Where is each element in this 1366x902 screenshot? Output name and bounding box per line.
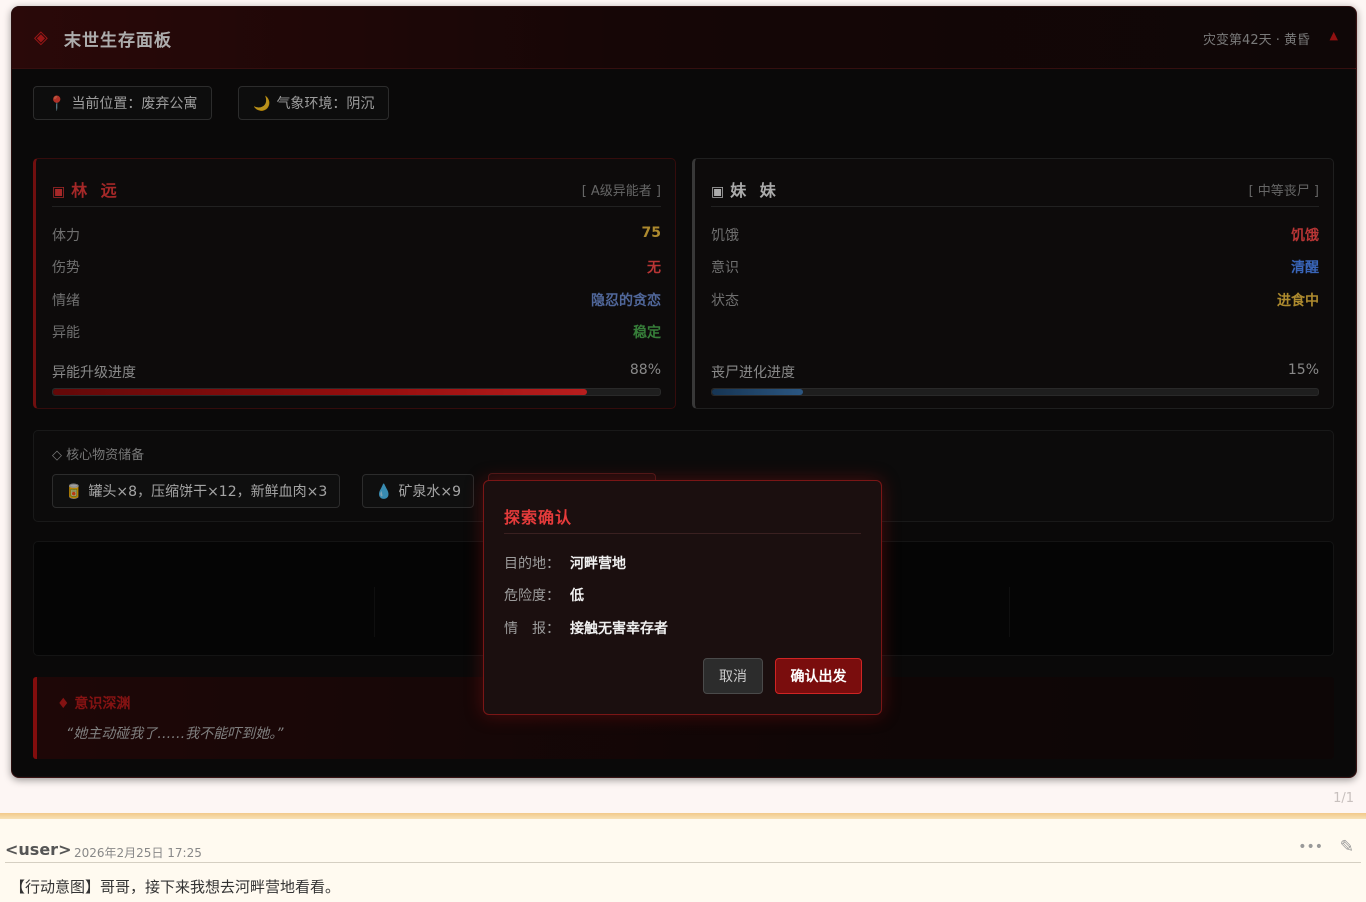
stat-row: 意识 清醒 <box>711 260 1319 276</box>
stat-row: 饥饿 饥饿 <box>711 228 1319 244</box>
water-drop-icon: 💧 <box>375 484 393 500</box>
stat-row: 情绪 隐忍的贪恋 <box>52 293 661 309</box>
divider <box>52 206 661 207</box>
edit-icon[interactable]: ✎ <box>1340 837 1354 857</box>
progress-value: 88% <box>629 362 661 378</box>
supply-label: 矿泉水×9 <box>398 484 462 500</box>
diamond-icon: ◈ <box>34 27 48 48</box>
explore-confirm-dialog: 探索确认 目的地： 河畔营地 危险度：低 情 报： 接触无害幸存者 取消 确认出发 <box>483 480 882 715</box>
stat-row: 体力 75 <box>52 225 661 244</box>
supply-item-water: 💧 矿泉水×9 <box>362 474 475 508</box>
location-label: 当前位置：废弃公寓 <box>71 96 198 112</box>
chat-message: <user> 2026年2月25日 17:25 ••• ✎ 【行动意图】哥哥，接… <box>0 819 1366 902</box>
dialog-title: 探索确认 <box>504 508 573 527</box>
message-user: <user> <box>5 840 72 859</box>
moon-icon: 🌙 <box>253 96 271 112</box>
supply-label: 罐头×8，压缩饼干×12，新鲜血肉×3 <box>88 484 328 500</box>
supplies-title: ◇ 核心物资储备 <box>52 448 145 463</box>
page-counter: 1/1 <box>1333 791 1354 806</box>
character-tag: [ 中等丧尸 ] <box>1248 184 1319 199</box>
dialog-row-destination: 目的地： 河畔营地 <box>504 556 626 572</box>
progress-fill <box>53 389 588 395</box>
supply-item-food: 🥫 罐头×8，压缩饼干×12，新鲜血肉×3 <box>52 474 341 508</box>
weather-label: 气象环境：阴沉 <box>276 96 375 112</box>
divider <box>1009 587 1010 637</box>
more-options-icon[interactable]: ••• <box>1298 839 1323 855</box>
progress-label: 丧尸进化进度 <box>711 365 795 381</box>
stat-row: 异能 稳定 <box>52 325 661 341</box>
character-name: ▣ 妹 妹 <box>711 181 780 200</box>
can-icon: 🥫 <box>65 484 83 500</box>
message-time: 2026年2月25日 17:25 <box>74 846 202 860</box>
weather-chip: 🌙 气象环境：阴沉 <box>238 86 390 120</box>
abyss-quote: “她主动碰我了……我不能吓到她。” <box>66 726 284 742</box>
progress-fill <box>712 389 803 395</box>
dialog-row-danger: 危险度：低 <box>504 588 584 604</box>
message-text: 【行动意图】哥哥，接下来我想去河畔营地看看。 <box>10 878 341 896</box>
panel-title: 末世生存面板 <box>64 31 172 51</box>
character-tag: [ A级异能者 ] <box>581 184 661 199</box>
divider <box>5 862 1361 863</box>
square-icon: ▣ <box>711 184 725 200</box>
progress-value: 15% <box>1287 362 1319 378</box>
divider <box>711 206 1319 207</box>
stat-row: 状态 进食中 <box>711 293 1319 309</box>
zombie-progress-bar <box>711 388 1319 396</box>
character-name: ▣ 林 远 <box>52 181 121 200</box>
square-icon: ▣ <box>52 184 66 200</box>
pin-icon: 📍 <box>48 96 66 112</box>
day-info: 灾变第42天 · 黄昏 <box>1203 33 1310 48</box>
character-card-linyuan: ▣ 林 远 [ A级异能者 ] 体力 75 伤势无 情绪 隐忍的贪恋 异能 稳定 异能升… <box>33 158 676 409</box>
collapse-icon[interactable]: ▲ <box>1330 29 1338 42</box>
progress-label: 异能升级进度 <box>52 365 136 381</box>
ability-progress-bar <box>52 388 661 396</box>
dialog-row-intel: 情 报： 接触无害幸存者 <box>504 621 668 637</box>
confirm-depart-button[interactable]: 确认出发 <box>775 658 862 694</box>
cancel-button[interactable]: 取消 <box>703 658 763 694</box>
character-card-sister: ▣ 妹 妹 [ 中等丧尸 ] 饥饿 饥饿 意识 清醒 状态 进食中 丧尸进化进度 15% <box>692 158 1334 409</box>
stat-row: 伤势无 <box>52 260 661 276</box>
panel-header: ◈ 末世生存面板 灾变第42天 · 黄昏 ▲ <box>12 7 1356 69</box>
divider <box>504 533 861 534</box>
abyss-title: ♦ 意识深渊 <box>57 696 131 712</box>
divider <box>374 587 375 637</box>
location-chip: 📍 当前位置：废弃公寓 <box>33 86 213 120</box>
